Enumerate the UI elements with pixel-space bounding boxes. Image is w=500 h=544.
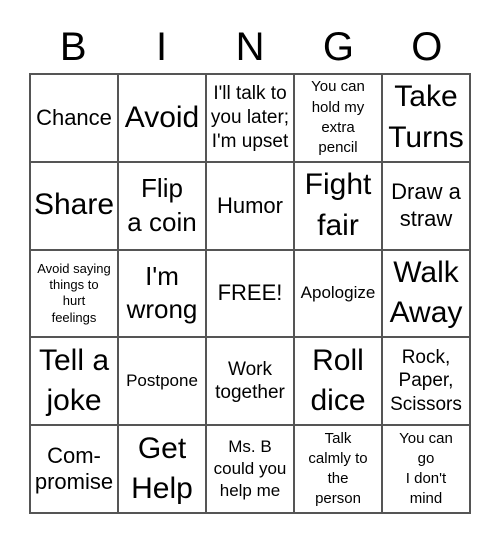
bingo-cell[interactable]: Humor [206, 161, 294, 250]
bingo-cell[interactable]: Work together [206, 337, 294, 426]
bingo-cell[interactable]: Take Turns [382, 74, 470, 162]
header-letter-i: I [156, 25, 168, 69]
header-letter-g: G [322, 25, 354, 69]
bingo-cell[interactable]: Ms. B could you help me [206, 425, 294, 513]
bingo-header: B I N G O [29, 22, 471, 72]
header-letter-b: B [59, 25, 87, 69]
bingo-cell[interactable]: Walk Away [382, 249, 470, 338]
bingo-cell[interactable]: Fight fair [294, 161, 382, 250]
bingo-card-grid: Chance Avoid I'll talk to you later; I'm… [29, 73, 471, 514]
bingo-cell[interactable]: I'm wrong [118, 249, 206, 338]
header-letter-o: O [411, 25, 443, 69]
bingo-cell[interactable]: I'll talk to you later; I'm upset [206, 74, 294, 162]
bingo-cell[interactable]: Tell a joke [30, 337, 118, 426]
bingo-cell[interactable]: Flip a coin [118, 161, 206, 250]
bingo-cell[interactable]: Talk calmly to the person [294, 425, 382, 513]
header-letter-n: N [235, 25, 265, 69]
bingo-cell[interactable]: Chance [30, 74, 118, 162]
bingo-cell[interactable]: Draw a straw [382, 161, 470, 250]
bingo-cell[interactable]: Roll dice [294, 337, 382, 426]
free-space-cell[interactable]: FREE! [206, 249, 294, 338]
bingo-cell[interactable]: Avoid [118, 74, 206, 162]
bingo-cell[interactable]: Postpone [118, 337, 206, 426]
bingo-cell[interactable]: You can hold my extra pencil [294, 74, 382, 162]
bingo-cell[interactable]: Rock, Paper, Scissors [382, 337, 470, 426]
bingo-cell[interactable]: Com- promise [30, 425, 118, 513]
bingo-cell[interactable]: Share [30, 161, 118, 250]
bingo-cell[interactable]: Get Help [118, 425, 206, 513]
bingo-cell[interactable]: You can go I don't mind [382, 425, 470, 513]
bingo-cell[interactable]: Avoid saying things to hurt feelings [30, 249, 118, 338]
bingo-cell[interactable]: Apologize [294, 249, 382, 338]
